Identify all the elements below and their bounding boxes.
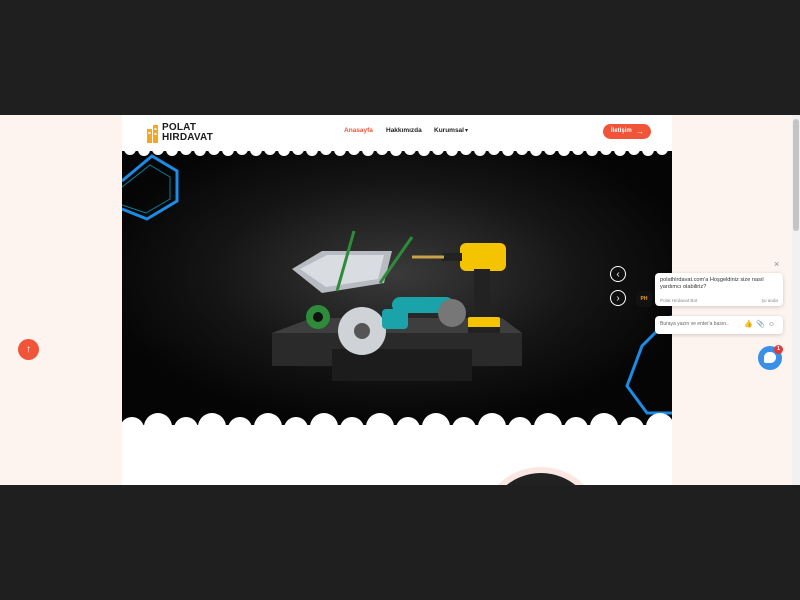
arrow-up-icon: ↑ [26,344,31,355]
contact-button[interactable]: İletişim → [603,124,651,139]
chevron-right-icon: › [616,293,620,304]
chat-close-icon[interactable]: × [774,259,779,269]
chat-sender: Polat Hırdavat Bot [660,298,698,303]
chat-message-text: polathirdavat.com'a Hoşgeldiniz size nas… [660,277,764,290]
chevron-left-icon: ‹ [616,269,620,280]
chat-time: şu anda [761,298,778,303]
unread-badge: 1 [774,345,783,354]
chat-message-meta: Polat Hırdavat Bot şu anda [660,298,778,303]
emoji-icon[interactable]: ☺ [768,321,778,328]
slider-prev-button[interactable]: ‹ [610,266,626,282]
contact-button-label: İletişim [611,128,632,134]
thumbs-up-icon[interactable]: 👍 [744,321,756,328]
hero-image [122,151,672,425]
arrow-right-icon: → [636,127,644,136]
section-decoration [480,467,602,485]
chat-input-placeholder: Buraya yazın ve enter'a basın.. [660,321,729,327]
nav-item-anasayfa[interactable]: Anasayfa [344,127,373,134]
logo[interactable]: POLAT HIRDAVAT [146,121,213,145]
chat-bot-avatar: PH [636,291,652,307]
nav-item-kurumsal[interactable]: Kurumsal▾ [434,127,468,134]
chat-message-bubble: polathirdavat.com'a Hoşgeldiniz size nas… [655,273,783,306]
site-header: POLAT HIRDAVAT Anasayfa Hakkımızda Kurum… [122,115,672,151]
hero-slider: ‹ › [122,151,672,425]
chat-input[interactable]: Buraya yazın ve enter'a basın.. 👍📎☺ [655,316,783,334]
logo-text-line2: HIRDAVAT [162,132,214,143]
chevron-down-icon: ▾ [464,128,468,134]
scrollbar-thumb[interactable] [793,119,799,231]
nav-item-hakkimizda[interactable]: Hakkımızda [386,127,422,134]
nav-item-kurumsal-label: Kurumsal [434,127,464,134]
chat-bubble-icon [764,352,776,363]
paperclip-icon[interactable]: 📎 [756,321,768,328]
website: POLAT HIRDAVAT Anasayfa Hakkımızda Kurum… [122,115,672,485]
scrollbar[interactable] [792,115,800,485]
slider-next-button[interactable]: › [610,290,626,306]
scroll-to-top-button[interactable]: ↑ [18,339,39,360]
